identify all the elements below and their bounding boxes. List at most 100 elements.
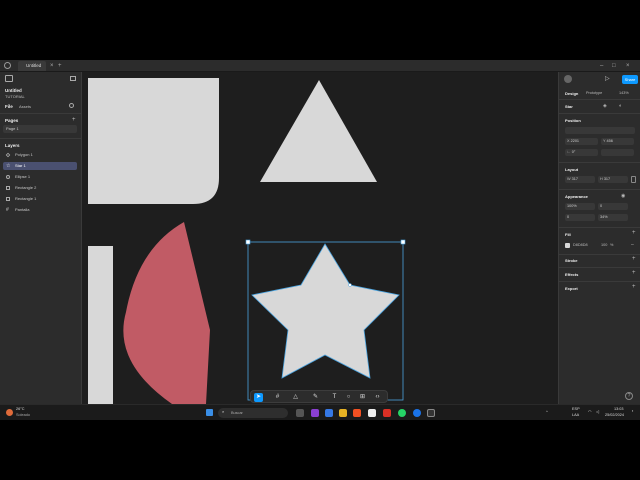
divider	[559, 189, 640, 190]
opacity-field[interactable]: 100%	[565, 203, 595, 210]
shape-tool-icon[interactable]: △	[291, 393, 300, 402]
new-tab-icon[interactable]: +	[58, 61, 62, 71]
file-name[interactable]: Untitled	[5, 88, 22, 93]
ellipse-shape[interactable]	[123, 222, 210, 404]
dev-mode-icon[interactable]: ‹›	[373, 393, 382, 402]
add-page-icon[interactable]: +	[72, 117, 76, 123]
y-field[interactable]: Y 456	[601, 138, 634, 145]
layer-name[interactable]: Star	[565, 104, 573, 109]
app-icon[interactable]	[311, 409, 319, 417]
radius-field[interactable]: 0	[598, 203, 628, 210]
zoom-level[interactable]: 143%	[619, 91, 629, 95]
search-bar[interactable]: ⌕ Buscar	[218, 408, 288, 418]
add-fill-icon[interactable]: +	[632, 230, 636, 236]
tab-untitled[interactable]: Untitled	[18, 61, 46, 71]
star-shape[interactable]	[251, 243, 400, 379]
fill-hex[interactable]: D8D8D8	[573, 243, 588, 247]
count-field[interactable]: 0	[565, 214, 595, 221]
rectangle-2-shape[interactable]	[88, 246, 113, 404]
app-icon[interactable]	[325, 409, 333, 417]
share-button[interactable]: Share	[622, 75, 638, 84]
wifi-icon[interactable]: ◠	[588, 409, 591, 414]
canvas[interactable]	[82, 72, 558, 404]
text-tool-icon[interactable]: T	[330, 393, 339, 402]
chrome-icon[interactable]	[413, 409, 421, 417]
height-value: 317	[603, 177, 611, 181]
notification-icon[interactable]: ▪	[632, 409, 633, 413]
tab-prototype[interactable]: Prototype	[586, 91, 602, 95]
help-icon[interactable]: ?	[625, 392, 633, 400]
tab-design[interactable]: Design	[565, 91, 578, 96]
fill-swatch[interactable]	[565, 243, 570, 248]
tab-title: Untitled	[26, 63, 42, 68]
fill-opacity[interactable]: 100	[601, 243, 607, 247]
tab-assets[interactable]: Assets	[19, 104, 31, 109]
tray-chevron-icon[interactable]: ^	[546, 410, 548, 414]
move-tool-icon[interactable]: ➤	[254, 393, 263, 402]
add-stroke-icon[interactable]: +	[632, 256, 636, 262]
page-item[interactable]: Page 1	[3, 125, 77, 133]
frame-tool-icon[interactable]: #	[273, 393, 282, 402]
clock-time[interactable]: 13:03	[614, 407, 624, 411]
minimize-icon[interactable]: –	[600, 61, 603, 71]
star-ratio-handle[interactable]	[348, 283, 352, 287]
pen-tool-icon[interactable]: ✎	[311, 393, 320, 402]
alignment-controls[interactable]	[565, 127, 635, 134]
flip-controls[interactable]	[601, 149, 634, 156]
actions-tool-icon[interactable]: ⊞	[358, 393, 367, 402]
add-effect-icon[interactable]: +	[632, 270, 636, 276]
app-icon[interactable]	[368, 409, 376, 417]
triangle-shape[interactable]	[260, 80, 377, 182]
layer-pantalla[interactable]: # Pantalla	[3, 206, 77, 214]
taskbar: 26°C Soleado ⌕ Buscar ^ ESP LAA ◠ ◁ 13:0…	[0, 404, 640, 420]
constrain-proportions-icon[interactable]	[631, 176, 636, 183]
x-field[interactable]: X 2201	[565, 138, 598, 145]
layer-polygon-1[interactable]: Polygon 1	[3, 151, 77, 159]
component-icon[interactable]: ◈	[603, 103, 607, 109]
present-icon[interactable]: ▷	[605, 75, 610, 82]
layer-rectangle-2[interactable]: Rectangle 2	[3, 184, 77, 192]
layer-star-1[interactable]: ☆ Star 1	[3, 162, 77, 170]
task-view-icon[interactable]	[296, 409, 304, 417]
effects-heading[interactable]: Effects	[565, 272, 578, 277]
add-export-icon[interactable]: +	[632, 284, 636, 290]
polygon-icon	[5, 152, 11, 158]
resize-handle[interactable]	[245, 239, 251, 245]
resize-handle[interactable]	[400, 239, 406, 245]
export-heading[interactable]: Export	[565, 286, 578, 291]
window-close-icon[interactable]: ×	[626, 61, 630, 71]
stroke-heading[interactable]: Stroke	[565, 258, 577, 263]
rotation-field[interactable]: ∟ 0°	[565, 149, 598, 156]
whatsapp-icon[interactable]	[398, 409, 406, 417]
app-icon[interactable]	[383, 409, 391, 417]
remove-fill-icon[interactable]: –	[631, 242, 634, 248]
figma-app-icon[interactable]	[427, 409, 435, 417]
figma-logo-icon[interactable]	[4, 62, 11, 69]
start-icon[interactable]	[206, 409, 213, 416]
right-panel: ▷ Share Design Prototype 143% Star ◈ ◐ P…	[558, 72, 640, 404]
avatar[interactable]	[564, 75, 572, 83]
rectangle-shape[interactable]	[88, 78, 219, 204]
maximize-icon[interactable]: □	[612, 61, 616, 71]
volume-icon[interactable]: ◁	[596, 409, 599, 414]
language[interactable]: ESP	[572, 407, 580, 411]
boolean-icon[interactable]: ◐	[619, 103, 622, 109]
visibility-icon[interactable]: ◉	[621, 193, 625, 199]
opacity-value: 100%	[567, 204, 577, 208]
layer-ellipse-1[interactable]: Ellipse 1	[3, 173, 77, 181]
search-icon[interactable]	[69, 103, 74, 108]
folder-icon[interactable]	[339, 409, 347, 417]
height-field[interactable]: H 317	[598, 176, 628, 183]
panel-toggle-icon[interactable]	[70, 76, 76, 81]
layer-rectangle-1[interactable]: Rectangle 1	[3, 195, 77, 203]
ratio-field[interactable]: 34%	[598, 214, 628, 221]
weather-icon[interactable]	[6, 409, 13, 416]
main-menu-icon[interactable]	[5, 75, 13, 82]
width-field[interactable]: W 317	[565, 176, 595, 183]
app-icon[interactable]	[353, 409, 361, 417]
tab-bar: Untitled × + – □ ×	[0, 60, 640, 72]
comment-tool-icon[interactable]: ○	[344, 393, 353, 402]
close-tab-icon[interactable]: ×	[50, 61, 54, 71]
rectangle-icon	[6, 186, 10, 190]
tab-file[interactable]: File	[5, 104, 13, 109]
